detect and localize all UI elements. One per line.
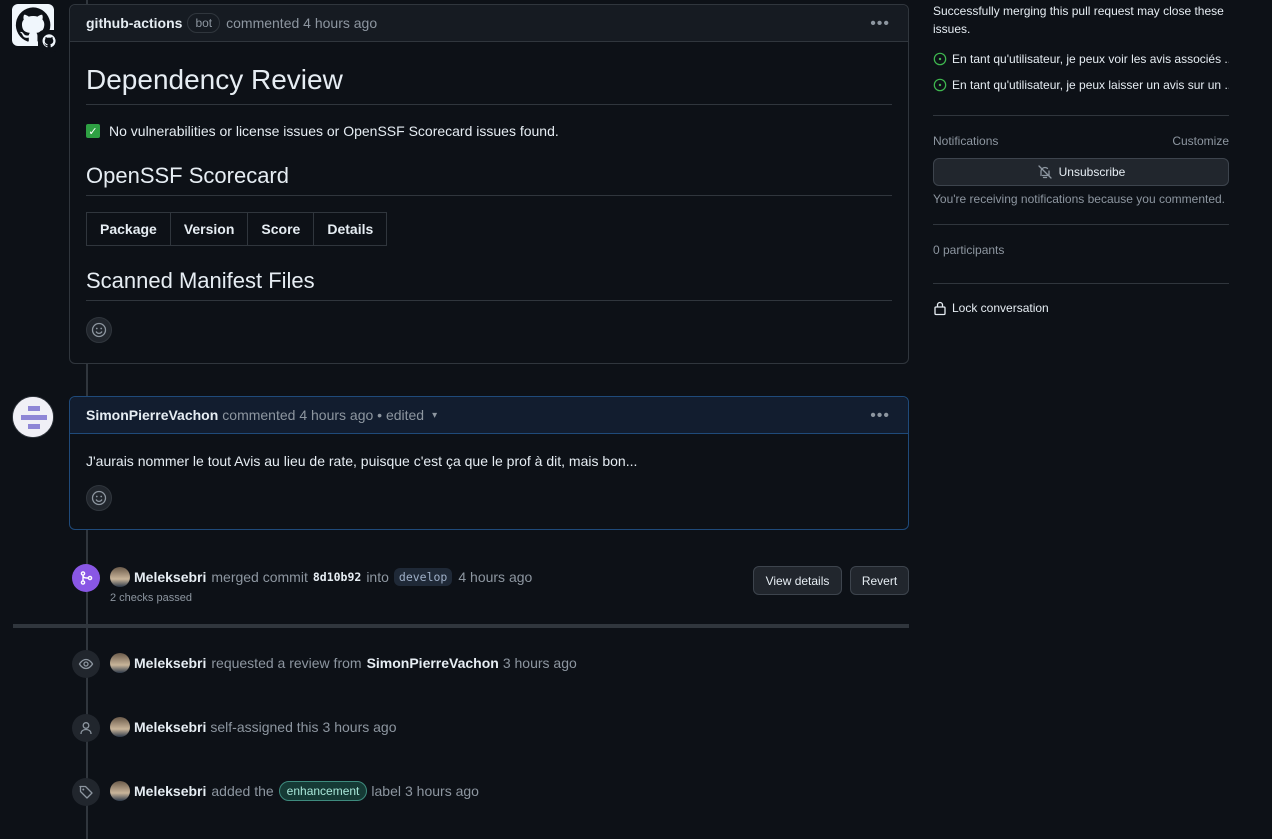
customize-link[interactable]: Customize — [1172, 134, 1229, 148]
unsubscribe-label: Unsubscribe — [1058, 165, 1126, 179]
unsubscribe-button[interactable]: Unsubscribe — [933, 158, 1229, 186]
linked-issue-title[interactable]: En tant qu'utilisateur, je peux laisser … — [952, 78, 1229, 92]
meleksebri-avatar[interactable] — [110, 567, 130, 587]
github-app-badge-icon — [38, 30, 60, 52]
notifications-label: Notifications — [933, 134, 999, 148]
dependency-review-comment: github-actions bot commented 4 hours ago… — [69, 4, 909, 364]
event-text: self-assigned this — [210, 719, 319, 735]
revert-button[interactable]: Revert — [850, 566, 909, 595]
comment-header: SimonPierreVachon commented 4 hours ago … — [70, 397, 908, 434]
simonpierrevachon-avatar[interactable] — [12, 396, 54, 438]
lock-icon — [934, 301, 946, 316]
timeline-divider — [13, 624, 909, 628]
merge-into: into — [366, 569, 389, 585]
notification-reason: You're receiving notifications because y… — [933, 192, 1226, 206]
comment-author[interactable]: SimonPierreVachon — [86, 407, 218, 423]
meleksebri-avatar[interactable] — [110, 781, 130, 801]
event-text: requested a review from — [211, 655, 362, 671]
eye-icon — [72, 650, 100, 678]
label-event: Meleksebri added the enhancement label 3… — [110, 781, 479, 801]
merge-event: Meleksebri merged commit 8d10b92 into de… — [110, 567, 532, 587]
bell-slash-icon — [1037, 165, 1052, 179]
tag-icon — [72, 778, 100, 806]
comment-body: J'aurais nommer le tout Avis au lieu de … — [86, 453, 638, 469]
linked-issue-item[interactable]: En tant qu'utilisateur, je peux voir les… — [933, 51, 1229, 67]
self-assigned-event: Meleksebri self-assigned this 3 hours ag… — [110, 717, 397, 737]
heading-scanned-manifest-files: Scanned Manifest Files — [86, 268, 892, 301]
add-reaction-button[interactable] — [86, 485, 112, 511]
lock-conversation-link[interactable]: Lock conversation — [933, 300, 1229, 316]
comment-meta[interactable]: commented 4 hours ago • edited — [222, 407, 424, 423]
event-time[interactable]: 3 hours ago — [323, 719, 397, 735]
merge-verb: merged commit — [211, 569, 308, 585]
comment-meta[interactable]: commented 4 hours ago — [226, 15, 377, 31]
smiley-icon — [91, 490, 107, 506]
merge-icon — [72, 564, 100, 592]
event-time[interactable]: 3 hours ago — [503, 655, 577, 671]
sidebar-divider — [933, 224, 1229, 225]
bot-badge: bot — [187, 13, 221, 33]
event-text-after: label — [371, 783, 401, 799]
comment-options-icon[interactable]: ••• — [870, 15, 890, 33]
meleksebri-avatar[interactable] — [110, 717, 130, 737]
checks-passed-link[interactable]: 2 checks passed — [110, 592, 192, 604]
edited-dropdown-icon[interactable]: ▾ — [432, 410, 437, 421]
heading-dependency-review: Dependency Review — [86, 64, 892, 105]
issue-open-icon — [933, 52, 947, 66]
event-actor[interactable]: Meleksebri — [134, 719, 206, 735]
view-details-button[interactable]: View details — [753, 566, 842, 595]
commit-sha-link[interactable]: 8d10b92 — [313, 570, 361, 584]
sidebar-divider — [933, 115, 1229, 116]
add-reaction-button[interactable] — [86, 317, 112, 343]
table-header-details: Details — [313, 212, 388, 246]
notifications-header: Notifications Customize — [933, 134, 1229, 148]
comment-header: github-actions bot commented 4 hours ago — [70, 5, 908, 42]
comment-options-icon[interactable]: ••• — [870, 407, 890, 425]
event-actor[interactable]: Meleksebri — [134, 783, 206, 799]
event-actor[interactable]: Meleksebri — [134, 569, 206, 585]
github-actions-avatar[interactable] — [12, 4, 60, 52]
reviewer-link[interactable]: SimonPierreVachon — [367, 655, 499, 671]
branch-develop[interactable]: develop — [393, 568, 453, 586]
person-icon — [72, 714, 100, 742]
simon-comment: SimonPierreVachon commented 4 hours ago … — [69, 396, 909, 530]
summary-text: No vulnerabilities or license issues or … — [109, 123, 559, 139]
check-mark-icon: ✓ — [86, 124, 100, 138]
event-text: added the — [211, 783, 274, 799]
table-header-score: Score — [247, 212, 315, 246]
closing-issues-text: Successfully merging this pull request m… — [933, 4, 1224, 36]
linked-issue-title[interactable]: En tant qu'utilisateur, je peux voir les… — [952, 52, 1229, 66]
issue-open-icon — [933, 78, 947, 92]
sidebar-divider — [933, 283, 1229, 284]
table-header-version: Version — [169, 212, 249, 246]
smiley-icon — [91, 322, 107, 338]
comment-author[interactable]: github-actions — [86, 15, 182, 31]
participants-count: 0 participants — [933, 243, 1005, 257]
heading-openssf-scorecard: OpenSSF Scorecard — [86, 163, 892, 196]
event-time[interactable]: 4 hours ago — [458, 569, 532, 585]
identicon-icon — [13, 397, 53, 437]
review-request-event: Meleksebri requested a review from Simon… — [110, 653, 577, 673]
review-summary: ✓ No vulnerabilities or license issues o… — [86, 123, 892, 139]
linked-issue-item[interactable]: En tant qu'utilisateur, je peux laisser … — [933, 77, 1229, 93]
scorecard-table: Package Version Score Details — [86, 212, 388, 246]
event-time[interactable]: 3 hours ago — [405, 783, 479, 799]
lock-conversation-label[interactable]: Lock conversation — [952, 301, 1049, 315]
linked-issues-list: En tant qu'utilisateur, je peux voir les… — [933, 51, 1229, 93]
event-actor[interactable]: Meleksebri — [134, 655, 206, 671]
table-header-package: Package — [86, 212, 171, 246]
enhancement-label[interactable]: enhancement — [278, 781, 368, 801]
meleksebri-avatar[interactable] — [110, 653, 130, 673]
